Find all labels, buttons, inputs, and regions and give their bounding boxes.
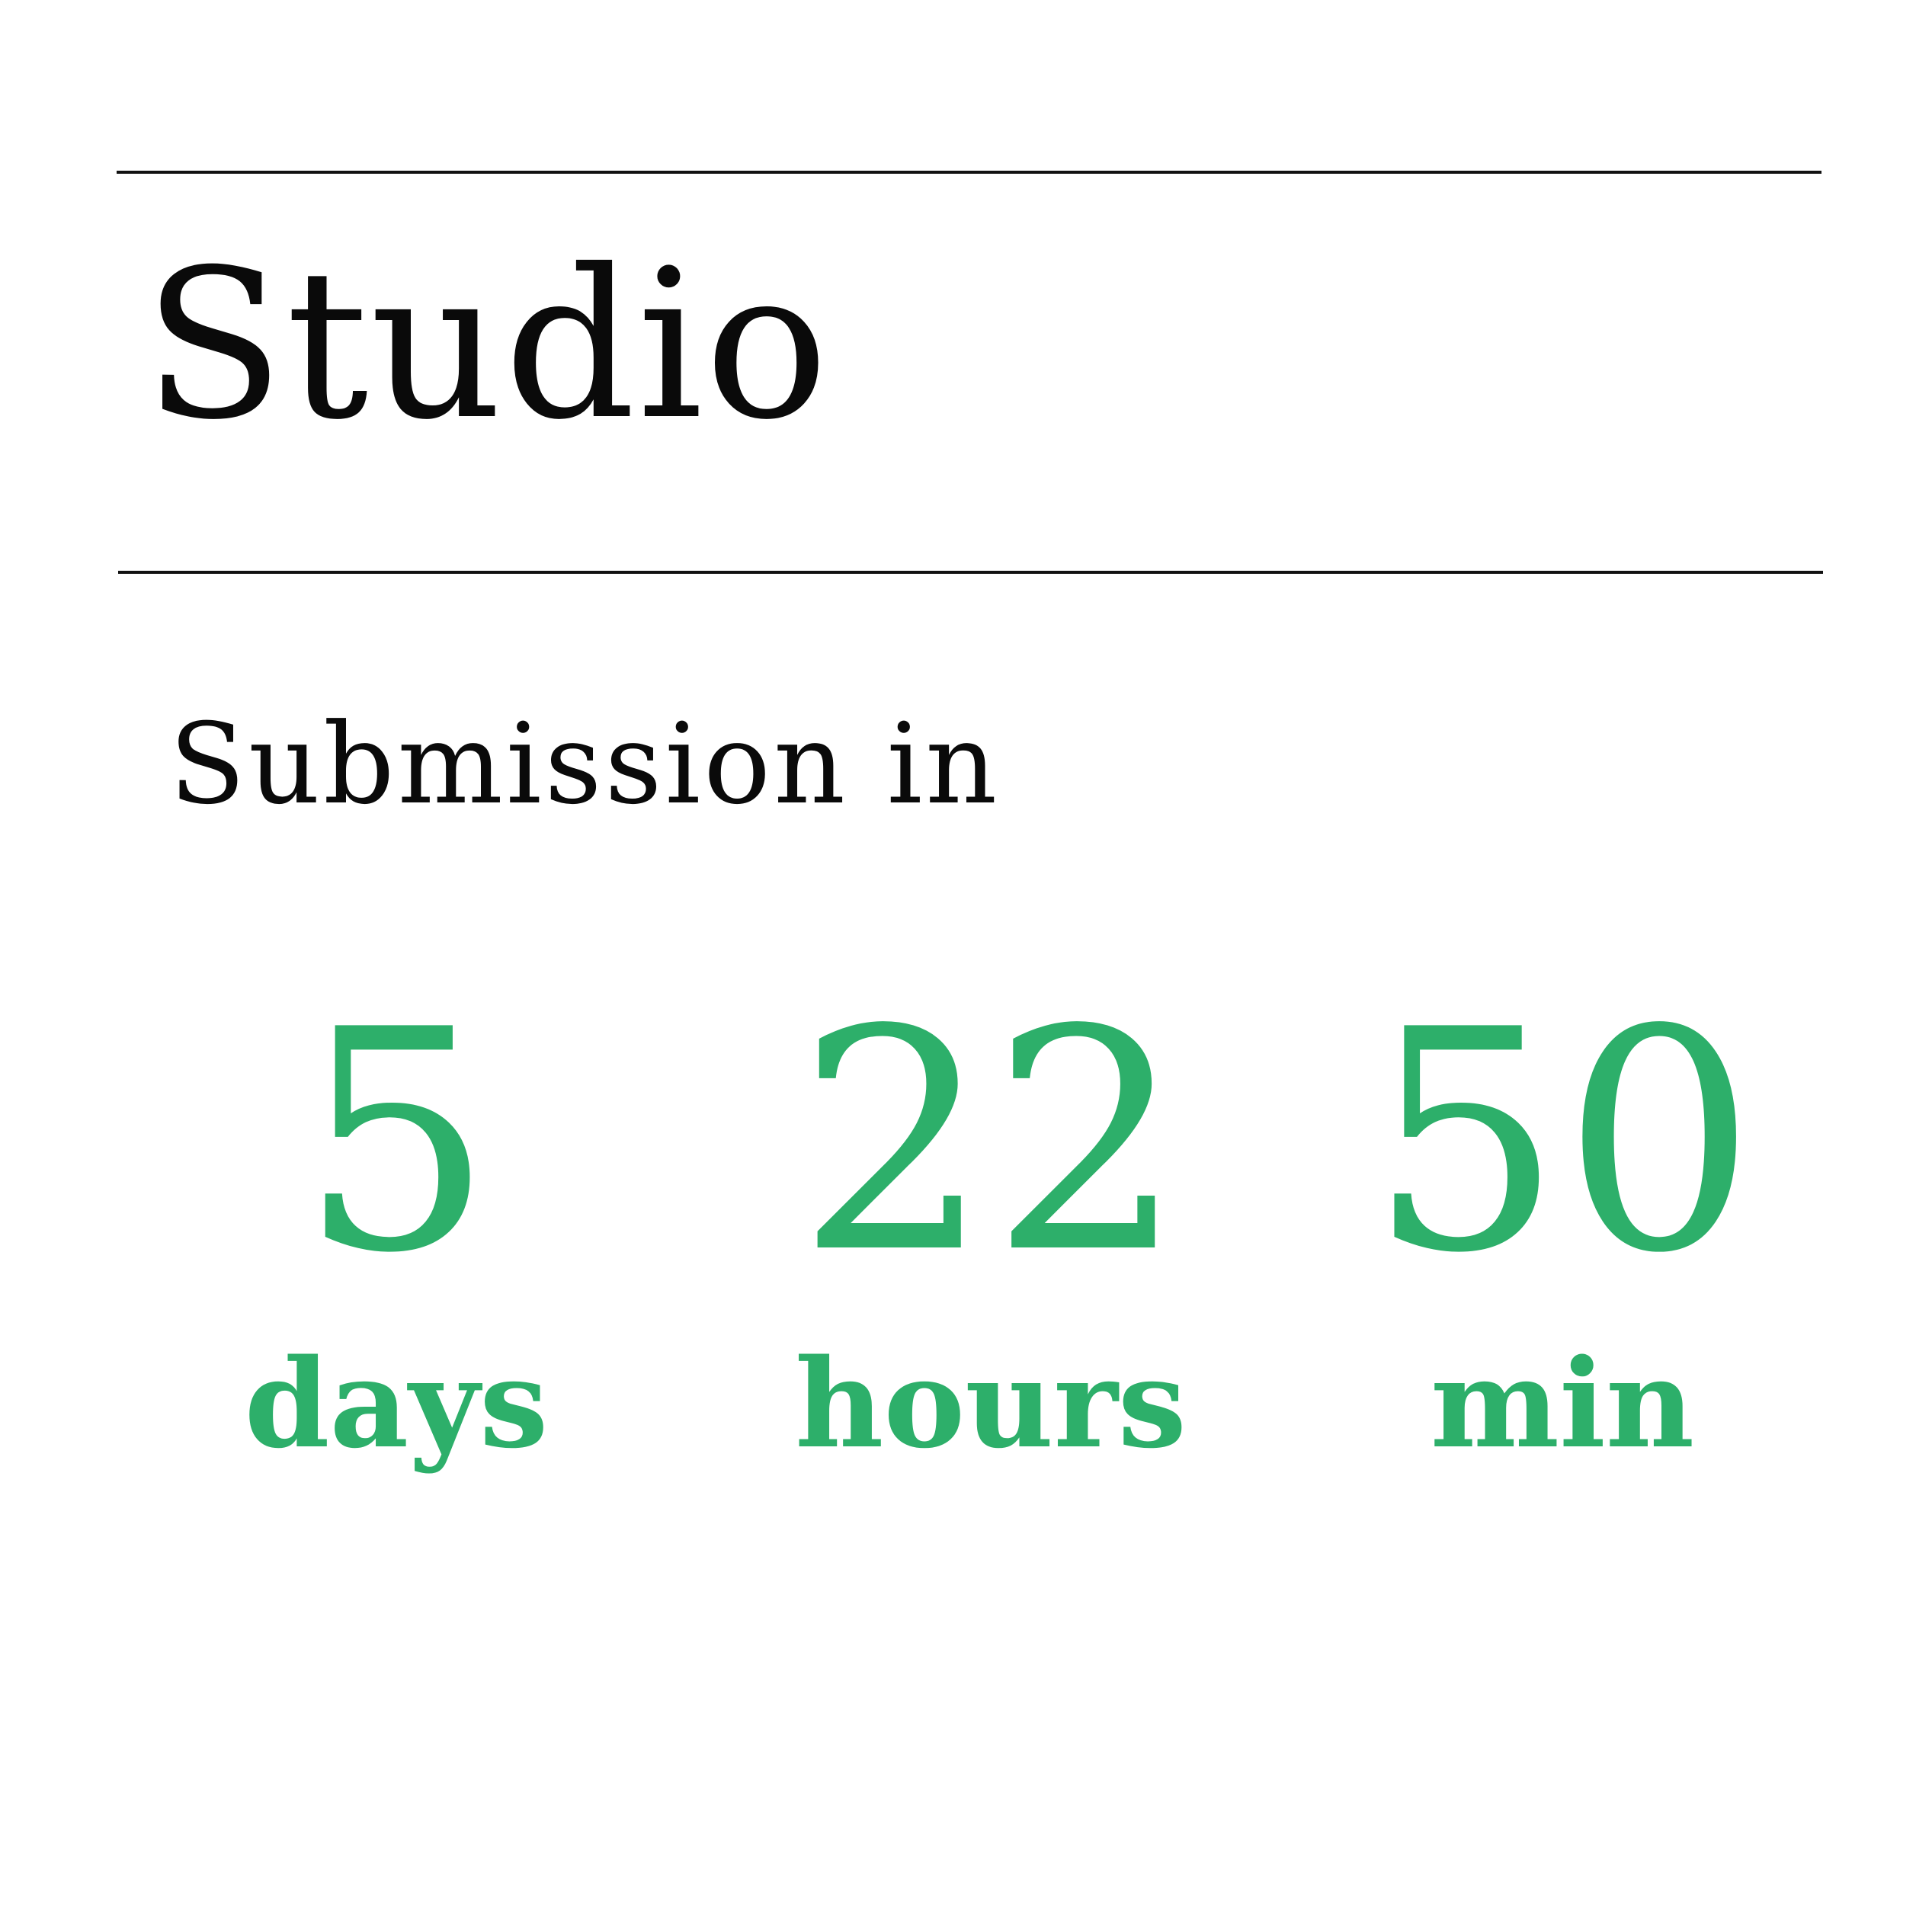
countdown-hours: 22 hours [762, 991, 1219, 1465]
countdown-days: 5 days [213, 991, 579, 1465]
hours-label: hours [795, 1332, 1187, 1475]
hours-value: 22 [796, 966, 1185, 1320]
countdown-minutes: 50 min [1364, 991, 1761, 1465]
minutes-label: min [1430, 1332, 1695, 1475]
days-label: days [244, 1332, 549, 1475]
days-value: 5 [299, 966, 494, 1320]
minutes-value: 50 [1368, 966, 1757, 1320]
countdown-timer: 5 days 22 hours 50 min [0, 0, 1932, 1931]
